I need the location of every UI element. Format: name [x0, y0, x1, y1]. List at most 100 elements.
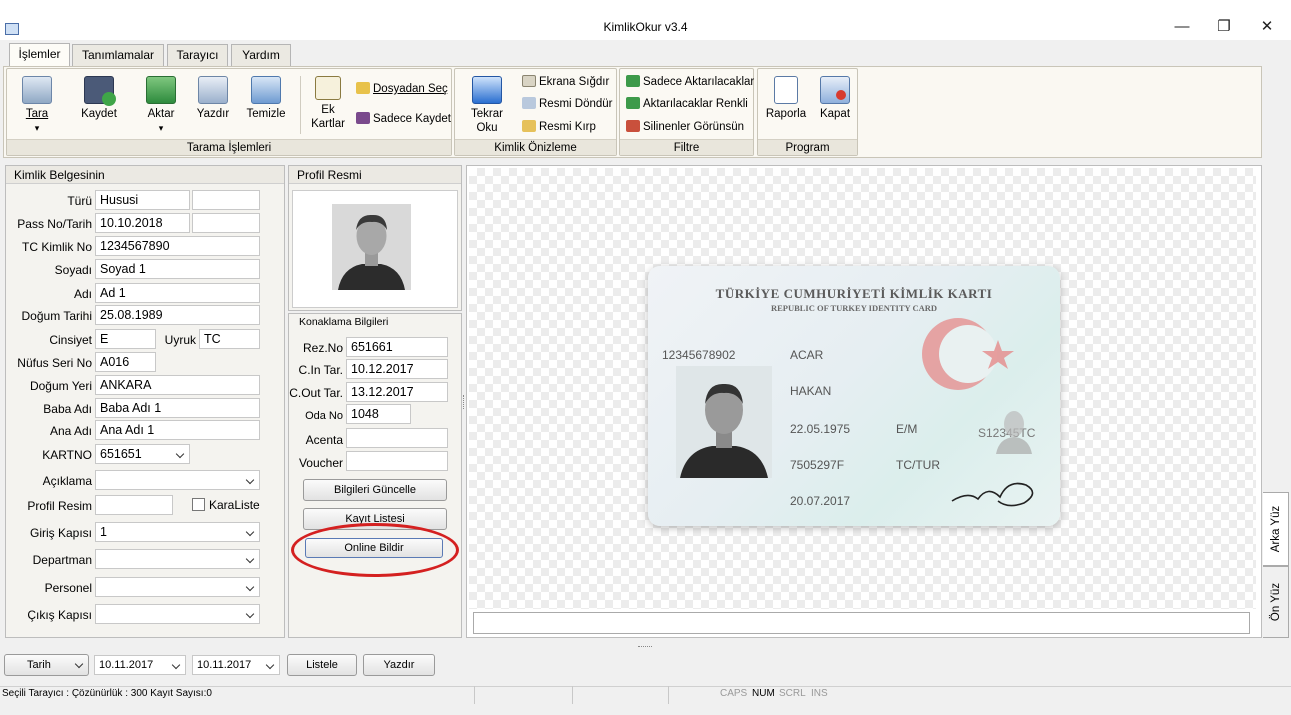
card-photo: [676, 366, 772, 478]
report-icon: [774, 76, 798, 104]
cinsiyet-field[interactable]: E: [95, 329, 156, 349]
profil-resim-field[interactable]: [95, 495, 173, 515]
sadece-aktarilacaklar-toggle[interactable]: Sadece Aktarılacaklar: [626, 75, 754, 89]
aktarilacaklar-renkli-toggle[interactable]: Aktarılacaklar Renkli: [626, 97, 748, 111]
departman-label: Departman: [32, 553, 92, 567]
tab-tarayici[interactable]: Tarayıcı: [167, 44, 228, 66]
tara-button[interactable]: Tara ▾: [16, 76, 58, 135]
scanner-icon: [22, 76, 52, 104]
status-text: Seçili Tarayıcı : Çözünürlük : 300 Kayıt…: [2, 688, 212, 699]
personel-select[interactable]: [95, 577, 260, 597]
karaliste-label: KaraListe: [209, 498, 260, 512]
kaydet-button[interactable]: Kaydet: [78, 76, 120, 121]
viewer-input[interactable]: [473, 612, 1250, 634]
yazdir-button[interactable]: Yazdır: [192, 76, 234, 121]
turu-extra-field[interactable]: [192, 190, 260, 210]
id-card: TÜRKİYE CUMHURİYETİ KİMLİK KARTI REPUBLI…: [648, 266, 1060, 526]
save-icon: [356, 112, 370, 124]
arka-yuz-tab[interactable]: Arka Yüz: [1263, 492, 1289, 566]
close-button[interactable]: ✕: [1245, 14, 1289, 40]
rezno-label: Rez.No: [302, 341, 343, 355]
soyadi-field[interactable]: Soyad 1: [95, 259, 260, 279]
card-gender: E/M: [896, 422, 918, 436]
oda-field[interactable]: 1048: [346, 404, 411, 424]
resmi-dondur-button[interactable]: Resmi Döndür: [522, 97, 613, 111]
card-name: HAKAN: [790, 384, 832, 398]
card-ghost-photo: [996, 411, 1032, 454]
group-caption: Filtre: [620, 139, 753, 155]
rezno-field[interactable]: 651661: [346, 337, 448, 357]
minimize-button[interactable]: —: [1160, 14, 1204, 40]
bilgileri-guncelle-button[interactable]: Bilgileri Güncelle: [303, 479, 447, 501]
tab-islemler[interactable]: İşlemler: [9, 43, 70, 66]
cout-field[interactable]: 13.12.2017: [346, 382, 448, 402]
dosyadan-sec-button[interactable]: Dosyadan Seç: [356, 82, 448, 96]
giris-label: Giriş Kapısı: [29, 526, 92, 540]
uyruk-field[interactable]: TC: [199, 329, 260, 349]
card-valid: 20.07.2017: [790, 494, 851, 508]
ek-kartlar-button[interactable]: Ek Kartlar: [308, 76, 348, 131]
horizontal-splitter[interactable]: [638, 646, 652, 650]
sadece-kaydet-button[interactable]: Sadece Kaydet: [356, 112, 451, 126]
nufus-field[interactable]: A016: [95, 352, 156, 372]
date-to-picker[interactable]: 10.11.2017: [192, 655, 280, 675]
tab-yardim[interactable]: Yardım: [231, 44, 291, 66]
profil-resim-label: Profil Resim: [27, 499, 92, 513]
ins-indicator: INS: [811, 688, 828, 699]
dogum-yeri-field[interactable]: ANKARA: [95, 375, 260, 395]
cinsiyet-label: Cinsiyet: [49, 333, 92, 347]
temizle-button[interactable]: Temizle: [244, 76, 288, 121]
filter-icon: [626, 97, 640, 109]
silinenler-gorunsun-toggle[interactable]: Silinenler Görünsün: [626, 120, 744, 134]
pass-field[interactable]: 10.10.2018: [95, 213, 190, 233]
restore-button[interactable]: ❐: [1202, 14, 1246, 40]
caps-indicator: CAPS: [720, 688, 748, 699]
card-title: TÜRKİYE CUMHURİYETİ KİMLİK KARTI: [715, 286, 993, 301]
save-disk-icon: [84, 76, 116, 106]
acenta-label: Acenta: [305, 433, 343, 447]
card-dob: 22.05.1975: [790, 422, 851, 436]
tab-tanimlamalar[interactable]: Tanımlamalar: [72, 44, 164, 66]
yazdir-bottom-button[interactable]: Yazdır: [363, 654, 435, 676]
dogum-yeri-label: Doğum Yeri: [29, 379, 92, 393]
cikis-select[interactable]: [95, 604, 260, 624]
baba-field[interactable]: Baba Adı 1: [95, 398, 260, 418]
resmi-kirp-button[interactable]: Resmi Kırp: [522, 120, 596, 134]
chevron-down-icon: ▾: [158, 123, 164, 133]
pass-label: Pass No/Tarih: [17, 217, 92, 231]
aciklama-label: Açıklama: [42, 474, 92, 488]
window-title: KimlikOkur v3.4: [603, 20, 688, 34]
card-tc: 12345678902: [662, 348, 736, 362]
cards-icon: [315, 76, 341, 100]
pass-date-field[interactable]: [192, 213, 260, 233]
cin-field[interactable]: 10.12.2017: [346, 359, 448, 379]
tc-field[interactable]: 1234567890: [95, 236, 260, 256]
tarih-select[interactable]: Tarih: [4, 654, 89, 676]
turu-field[interactable]: Hususi: [95, 190, 190, 210]
kartno-select[interactable]: 651651: [95, 444, 190, 464]
baba-label: Baba Adı: [43, 402, 92, 416]
konaklama-header: Konaklama Bilgileri: [299, 316, 389, 328]
adi-field[interactable]: Ad 1: [95, 283, 260, 303]
kapat-button[interactable]: Kapat: [813, 76, 857, 121]
raporla-button[interactable]: Raporla: [764, 76, 808, 121]
voucher-label: Voucher: [298, 456, 343, 470]
ana-label: Ana Adı: [49, 424, 92, 438]
tekrar-oku-button[interactable]: Tekrar Oku: [464, 76, 510, 135]
voucher-field[interactable]: [346, 451, 448, 471]
dogum-tarihi-field[interactable]: 25.08.1989: [95, 305, 260, 325]
listele-button[interactable]: Listele: [287, 654, 357, 676]
ekrana-sigdir-button[interactable]: Ekrana Sığdır: [522, 75, 609, 89]
ana-field[interactable]: Ana Adı 1: [95, 420, 260, 440]
uyruk-label: Uyruk: [164, 333, 196, 347]
departman-select[interactable]: [95, 549, 260, 569]
aciklama-select[interactable]: [95, 470, 260, 490]
date-from-picker[interactable]: 10.11.2017: [94, 655, 186, 675]
acenta-field[interactable]: [346, 428, 448, 448]
clean-icon: [251, 76, 281, 104]
karaliste-checkbox[interactable]: [192, 498, 205, 511]
cikis-label: Çıkış Kapısı: [27, 608, 92, 622]
on-yuz-tab[interactable]: Ön Yüz: [1263, 566, 1289, 638]
aktar-button[interactable]: Aktar ▾: [140, 76, 182, 135]
giris-select[interactable]: 1: [95, 522, 260, 542]
